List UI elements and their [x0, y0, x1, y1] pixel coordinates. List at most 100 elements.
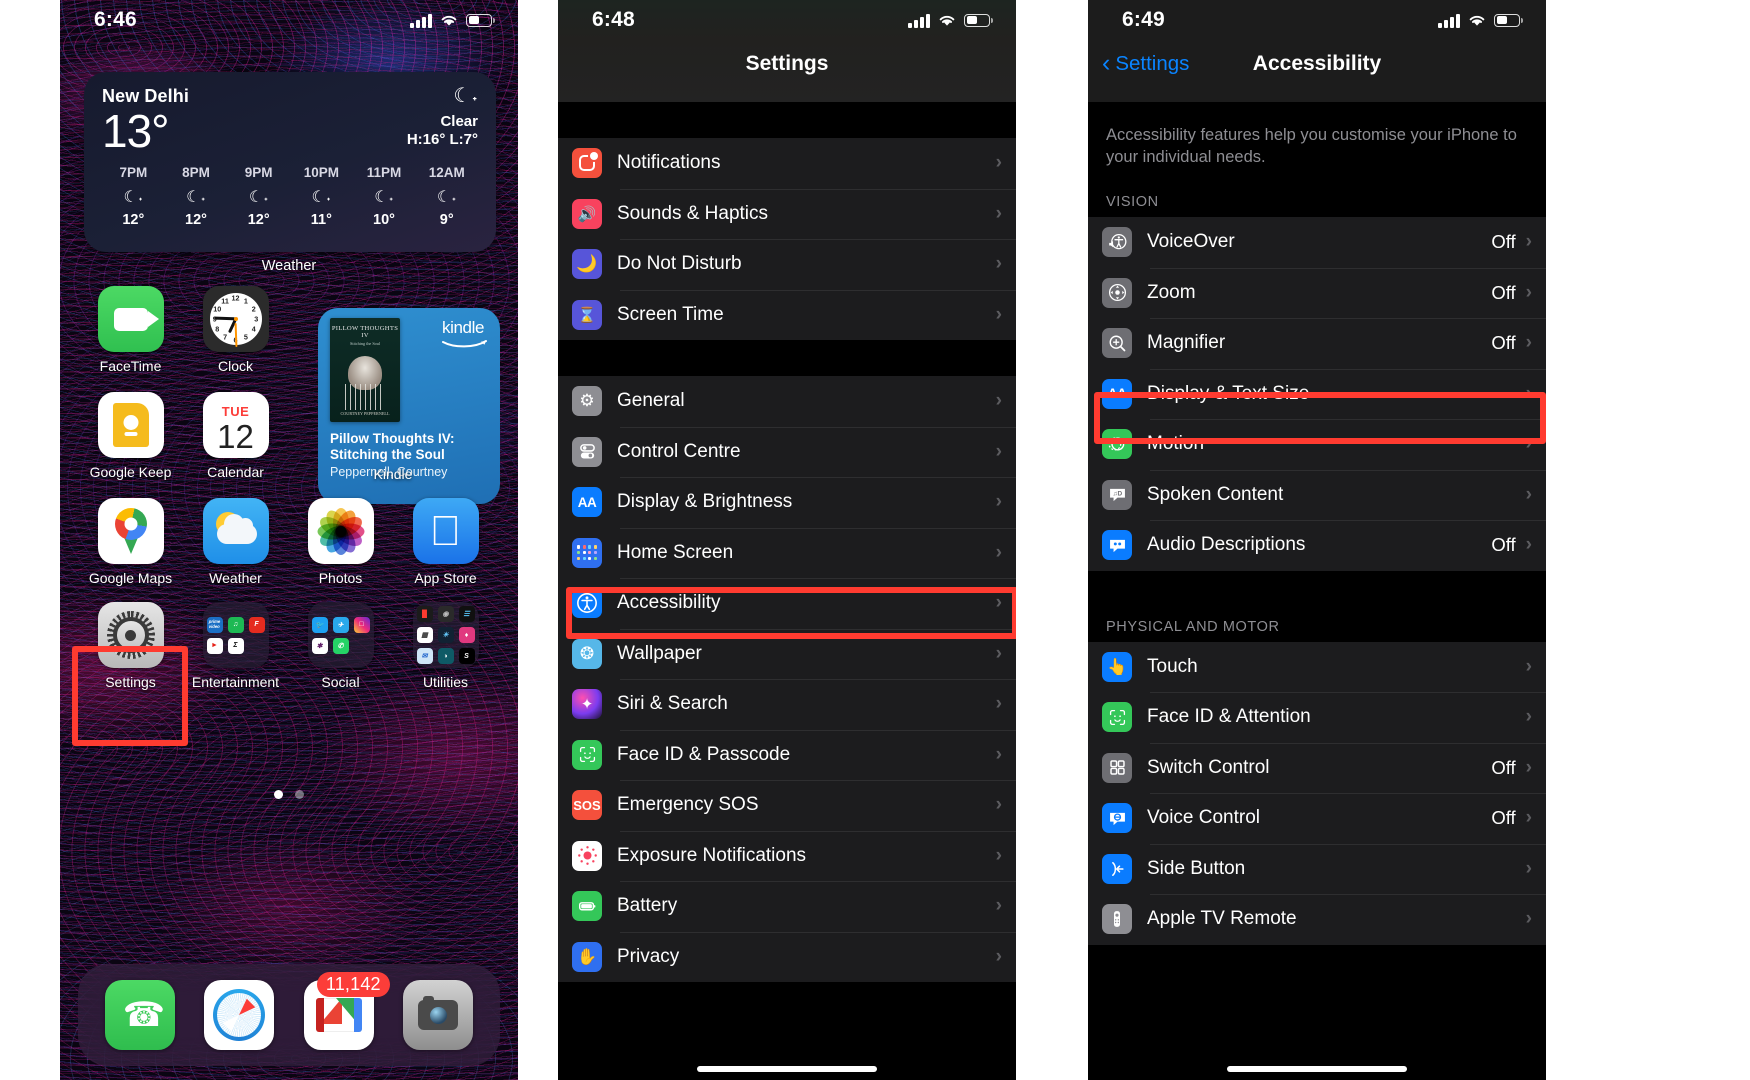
row-label: Wallpaper: [617, 642, 702, 664]
app-row-1: FaceTime 121 23 45 67 89 1011: [60, 286, 518, 504]
hour-temp: 11°: [310, 212, 332, 229]
chevron-right-icon: ›: [995, 303, 1002, 325]
app-grid: Weather FaceTime 121 23 45 67: [60, 258, 518, 690]
settings-row-notifications[interactable]: Notifications ›: [558, 138, 1016, 189]
chevron-right-icon: ›: [995, 693, 1002, 715]
camera-icon[interactable]: [403, 980, 474, 1050]
settings-list[interactable]: Notifications › 🔊 Sounds & Haptics › 🌙 D…: [558, 102, 1016, 1080]
app-app-store[interactable]:  App Store: [393, 498, 498, 586]
accessibility-row-switch-control[interactable]: Switch Control Off ›: [1088, 742, 1546, 794]
settings-row-accessibility[interactable]: Accessibility ›: [558, 578, 1016, 629]
accessibility-row-face-id-attention[interactable]: Face ID & Attention ›: [1088, 692, 1546, 743]
moon-stars-icon: ☾˖: [453, 85, 478, 107]
folder-entertainment[interactable]: prime video ♫ F ► Σ Entertainment: [183, 602, 288, 690]
zoom-icon: [1102, 277, 1132, 308]
wifi-icon: [1469, 15, 1485, 26]
accessibility-row-side-button[interactable]: Side Button ›: [1088, 843, 1546, 895]
row-label: Home Screen: [617, 541, 734, 563]
row-label: Display & Brightness: [617, 491, 793, 513]
app-clock[interactable]: 121 23 45 67 89 1011 Clock: [183, 286, 288, 374]
chevron-right-icon: ›: [995, 202, 1002, 224]
weather-icon: [202, 498, 269, 564]
accessibility-row-touch[interactable]: 👆 Touch ›: [1088, 642, 1546, 693]
settings-row-display-brightness[interactable]: AA Display & Brightness ›: [558, 477, 1016, 528]
weather-temperature: 13°: [102, 105, 170, 157]
calendar-day-name: TUE: [221, 404, 250, 419]
row-label: General: [617, 390, 685, 412]
accessibility-navigation-bar: 6:49 ‹ Settings Accessibility: [1088, 0, 1546, 102]
settings-row-privacy[interactable]: ✋ Privacy ›: [558, 931, 1016, 983]
accessibility-row-apple-tv-remote[interactable]: Apple TV Remote ›: [1088, 894, 1546, 945]
calendar-day-number: 12: [217, 418, 254, 455]
accessibility-row-display-text-size[interactable]: AA Display & Text Size ›: [1088, 368, 1546, 420]
settings-row-siri-search[interactable]: ✦ Siri & Search ›: [558, 679, 1016, 730]
weather-widget[interactable]: New Delhi 13° ☾˖ Clear H:16° L:7° 7PM ☾˖…: [84, 72, 496, 252]
page-dot[interactable]: [295, 790, 304, 799]
settings-row-general[interactable]: ⚙ General ›: [558, 376, 1016, 427]
general-gear-icon: ⚙: [572, 386, 602, 417]
magnifier-icon: [1102, 328, 1132, 359]
accessibility-row-audio-descriptions[interactable]: Audio Descriptions Off ›: [1088, 520, 1546, 571]
row-label: Face ID & Passcode: [617, 743, 791, 765]
page-dot-active[interactable]: [274, 790, 283, 799]
row-label: Display & Text Size: [1147, 382, 1310, 404]
app-weather[interactable]: Weather: [183, 498, 288, 586]
hour-temp: 12°: [122, 212, 145, 229]
side-button-icon: [1102, 853, 1132, 884]
status-indicators: [410, 13, 495, 28]
accessibility-row-magnifier[interactable]: Magnifier Off ›: [1088, 318, 1546, 369]
app-calendar[interactable]: TUE 12 Calendar: [183, 392, 288, 482]
page-indicator-dots[interactable]: [60, 790, 518, 799]
folder-social[interactable]: 🐦 ✈ □ ✱ ✆ Social: [288, 602, 393, 690]
accessibility-icon: [572, 588, 602, 619]
settings-row-face-id-passcode[interactable]: Face ID & Passcode ›: [558, 729, 1016, 781]
app-settings[interactable]: Settings: [78, 602, 183, 690]
gmail-envelope-icon[interactable]: 11,142: [303, 972, 390, 1050]
hour-label: 11PM: [366, 165, 402, 181]
safari-compass-icon[interactable]: [204, 980, 275, 1050]
app-photos[interactable]: Photos: [288, 498, 393, 586]
accessibility-list[interactable]: Accessibility features help you customis…: [1088, 102, 1546, 1080]
settings-row-do-not-disturb[interactable]: 🌙 Do Not Disturb ›: [558, 239, 1016, 290]
hour-label: 9PM: [244, 165, 273, 181]
settings-row-control-centre[interactable]: Control Centre ›: [558, 426, 1016, 478]
settings-row-emergency-sos[interactable]: SOS Emergency SOS ›: [558, 780, 1016, 831]
settings-row-wallpaper[interactable]: ❂ Wallpaper ›: [558, 628, 1016, 680]
accessibility-row-zoom[interactable]: Zoom Off ›: [1088, 267, 1546, 319]
settings-row-battery[interactable]: Battery ›: [558, 881, 1016, 932]
row-value: Off: [1491, 534, 1516, 556]
status-indicators: [908, 13, 993, 28]
app-label: Entertainment: [191, 674, 280, 690]
accessibility-row-motion[interactable]: Motion ›: [1088, 419, 1546, 470]
face-id-icon: [572, 739, 602, 770]
spoken-content-icon: ♫D: [1102, 479, 1132, 510]
settings-row-sounds-haptics[interactable]: 🔊 Sounds & Haptics ›: [558, 188, 1016, 240]
cover-subtitle: Stitching the Soul: [349, 341, 380, 346]
row-label: Audio Descriptions: [1147, 534, 1306, 556]
settings-row-screen-time[interactable]: ⌛ Screen Time ›: [558, 289, 1016, 341]
app-kindle[interactable]: Kindle: [288, 392, 498, 482]
chevron-right-icon: ›: [1525, 857, 1532, 879]
app-label: App Store: [414, 570, 477, 586]
app-google-maps[interactable]: Google Maps: [78, 498, 183, 586]
row-label: Motion: [1147, 433, 1205, 455]
app-facetime[interactable]: FaceTime: [78, 286, 183, 374]
chevron-right-icon: ›: [1525, 231, 1532, 253]
app-google-keep[interactable]: Google Keep: [78, 392, 183, 482]
battery-icon: [1494, 13, 1523, 27]
page-title: Accessibility: [1252, 52, 1382, 75]
google-maps-icon: [97, 498, 164, 564]
row-label: Screen Time: [617, 303, 724, 325]
switch-control-icon: [1102, 752, 1132, 783]
apple-tv-remote-icon: [1102, 904, 1132, 935]
settings-row-exposure-notifications[interactable]: Exposure Notifications ›: [558, 830, 1016, 882]
folder-utilities[interactable]: █ ◉ ☰ ▦ ☀ ♦ ✉ ◑ S Utilities: [393, 602, 498, 690]
chevron-right-icon: ›: [1525, 534, 1532, 556]
accessibility-row-spoken-content[interactable]: ♫D Spoken Content ›: [1088, 469, 1546, 521]
privacy-hand-icon: ✋: [572, 941, 602, 972]
accessibility-row-voiceover[interactable]: VoiceOver Off ›: [1088, 217, 1546, 268]
settings-row-home-screen[interactable]: Home Screen ›: [558, 527, 1016, 579]
row-label: Side Button: [1147, 857, 1246, 879]
phone-icon[interactable]: ☎: [104, 980, 175, 1050]
accessibility-row-voice-control[interactable]: Voice Control Off ›: [1088, 793, 1546, 844]
